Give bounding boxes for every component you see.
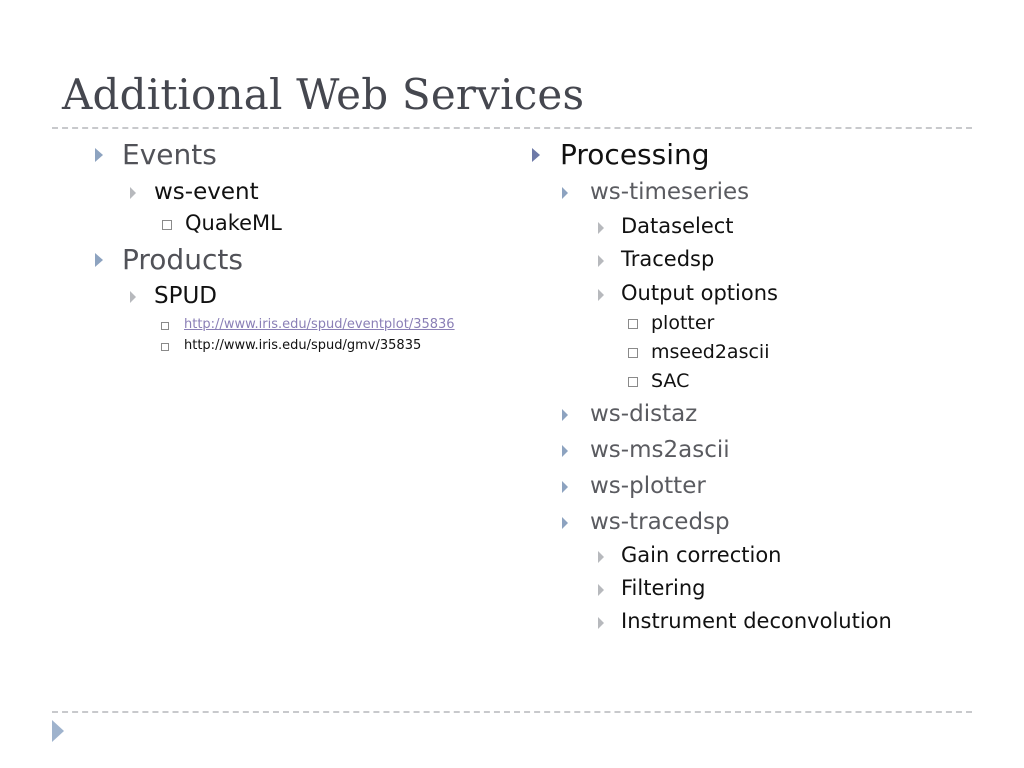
title-divider [52, 127, 972, 129]
bullet-triangle-icon [598, 222, 604, 234]
bullet-ws-distaz: ws-distaz [590, 401, 698, 427]
bullet-triangle-icon [562, 187, 568, 199]
bullet-triangle-icon [598, 255, 604, 267]
bullet-sac: SAC [651, 370, 690, 392]
slide-nav-arrow-icon[interactable] [52, 720, 64, 742]
bullet-triangle-icon [562, 481, 568, 493]
bullet-triangle-icon [598, 289, 604, 301]
bullet-square-icon [162, 220, 172, 230]
bullet-plotter: plotter [651, 312, 715, 334]
bullet-triangle-icon [95, 148, 103, 162]
bullet-output-options: Output options [621, 281, 778, 305]
bullet-events: Events [122, 138, 217, 171]
bullet-square-icon [161, 322, 169, 330]
spud-gmv-url: http://www.iris.edu/spud/gmv/35835 [184, 338, 422, 353]
bullet-triangle-icon [562, 409, 568, 421]
bullet-gain-correction: Gain correction [621, 543, 782, 567]
bullet-spud: SPUD [154, 283, 218, 309]
bullet-ws-ms2ascii: ws-ms2ascii [590, 437, 730, 463]
bullet-triangle-icon [562, 517, 568, 529]
bullet-square-icon [628, 348, 638, 358]
slide-title: Additional Web Services [62, 70, 585, 119]
bullet-products: Products [122, 243, 243, 276]
bullet-instrument-deconvolution: Instrument deconvolution [621, 609, 892, 633]
bullet-filtering: Filtering [621, 576, 706, 600]
bullet-mseed2ascii: mseed2ascii [651, 341, 770, 363]
bullet-triangle-icon [532, 148, 540, 162]
bullet-dataselect: Dataselect [621, 214, 734, 238]
bullet-ws-event: ws-event [154, 179, 259, 205]
bullet-square-icon [161, 343, 169, 351]
bullet-processing: Processing [560, 138, 710, 171]
bullet-tracedsp: Tracedsp [621, 247, 715, 271]
bullet-triangle-icon [598, 551, 604, 563]
bullet-ws-plotter: ws-plotter [590, 473, 706, 499]
bullet-quakeml: QuakeML [185, 211, 282, 235]
bullet-square-icon [628, 319, 638, 329]
bullet-triangle-icon [130, 187, 136, 199]
bullet-triangle-icon [598, 584, 604, 596]
bullet-triangle-icon [95, 253, 103, 267]
bullet-ws-timeseries: ws-timeseries [590, 179, 750, 205]
bullet-ws-tracedsp: ws-tracedsp [590, 509, 730, 535]
footer-divider [52, 711, 972, 713]
spud-eventplot-link[interactable]: http://www.iris.edu/spud/eventplot/35836 [184, 317, 455, 332]
bullet-square-icon [628, 377, 638, 387]
bullet-triangle-icon [130, 291, 136, 303]
bullet-triangle-icon [562, 445, 568, 457]
bullet-triangle-icon [598, 617, 604, 629]
